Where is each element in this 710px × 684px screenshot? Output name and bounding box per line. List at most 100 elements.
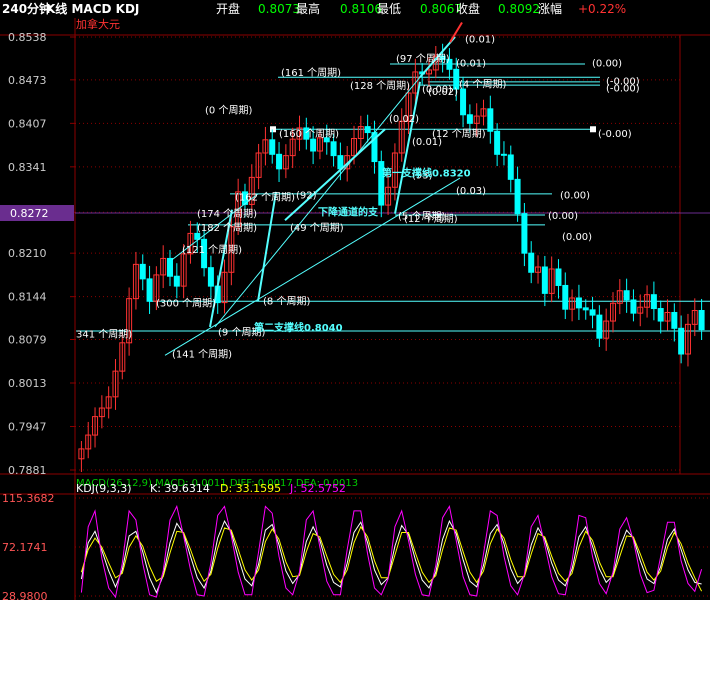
candle-body xyxy=(623,290,630,301)
period-label: (49 个周期) xyxy=(290,222,344,234)
period-label: (0 个周期) xyxy=(205,104,252,116)
candle-body xyxy=(500,153,507,156)
kdj-label: KDJ(9,3,3) xyxy=(76,482,132,495)
price-tick-label: 0.8210 xyxy=(8,247,47,260)
candle-body xyxy=(167,257,174,277)
price-tick-label: 0.8341 xyxy=(8,161,47,174)
value-label: (0.00) xyxy=(562,232,592,243)
candle-body xyxy=(310,138,317,152)
close-label: 收盘 xyxy=(456,1,480,16)
kdj-tick-label: 72.1741 xyxy=(2,541,48,554)
period-label: (97 个周期) xyxy=(396,53,450,65)
kdj-tick-label: 28.9800 xyxy=(2,590,48,603)
candle-body xyxy=(528,252,535,273)
value-label: (0.01) xyxy=(465,34,495,45)
value-label: (0.00) xyxy=(548,211,578,222)
candle-body xyxy=(596,314,603,339)
candle-body xyxy=(207,267,214,287)
period-label: (300 个周期) xyxy=(156,298,216,310)
candle-body xyxy=(582,307,589,311)
price-tick-label: 0.8407 xyxy=(8,117,47,130)
candle-body xyxy=(698,310,705,331)
candle-body xyxy=(460,88,467,116)
candle-body xyxy=(466,114,473,124)
price-tick-label: 0.8473 xyxy=(8,74,47,87)
support-note: 第二支撑线0.8040 xyxy=(254,321,343,334)
candle-body xyxy=(494,130,501,155)
candle-body xyxy=(541,266,548,294)
support-note: 第一支撑线0.8320 xyxy=(382,167,471,180)
open-label: 开盘 xyxy=(216,1,240,16)
kdj-j-value: J: 52.5752 xyxy=(289,482,346,495)
kdj-k-value: K: 39.6314 xyxy=(150,482,210,495)
candle-body xyxy=(337,155,344,170)
price-tick-label: 0.7947 xyxy=(8,421,47,434)
period-label: (92) xyxy=(296,190,317,201)
candle-body xyxy=(507,154,514,180)
line-handle[interactable] xyxy=(270,126,276,133)
instrument-label: 加拿大元 xyxy=(76,17,120,31)
candle-body xyxy=(589,309,596,316)
support-note: 下降通道的支 xyxy=(318,206,379,219)
price-tick-label: 0.8079 xyxy=(8,334,47,347)
current-price-text: 0.8272 xyxy=(10,207,49,220)
period-label: 240分钟 xyxy=(2,1,51,16)
value-label: (0.03) xyxy=(456,186,486,197)
value-label: (0.01) xyxy=(412,137,442,148)
price-tick-label: 0.8013 xyxy=(8,377,47,390)
candle-body xyxy=(276,153,283,170)
period-label: (182 个周期) xyxy=(197,222,257,234)
candle-body xyxy=(139,263,146,280)
period-label: (8 个周期) xyxy=(263,296,310,308)
price-tick-label: 0.7881 xyxy=(8,464,47,477)
period-label: (141 个周期) xyxy=(172,348,232,360)
value-label: (-0.00) xyxy=(598,129,632,140)
value-label: (0.02) xyxy=(389,114,419,125)
open-value: 0.8073 xyxy=(258,2,300,16)
high-label: 最高 xyxy=(296,1,320,16)
candle-body xyxy=(269,139,276,155)
kdj-tick-label: 115.3682 xyxy=(2,492,55,505)
candle-body xyxy=(650,294,657,310)
close-value: 0.8092 xyxy=(498,2,540,16)
candle-body xyxy=(657,308,664,322)
chart-screenshot: 240分钟 K线 MACD KDJ 开盘 0.8073 最高 0.8106 最低… xyxy=(0,0,710,684)
change-value: +0.22% xyxy=(578,2,626,16)
candle-body xyxy=(678,327,685,355)
low-label: 最低 xyxy=(377,2,401,16)
value-label: (-0.00) xyxy=(606,84,640,95)
candle-body xyxy=(487,108,494,132)
period-label: (4 个周期) xyxy=(459,79,506,91)
price-tick-label: 0.8538 xyxy=(8,31,47,44)
stock-chart: 240分钟 K线 MACD KDJ 开盘 0.8073 最高 0.8106 最低… xyxy=(0,0,710,603)
value-label: (0.00) xyxy=(560,190,590,201)
candle-body xyxy=(562,284,569,310)
period-label: (121 个周期) xyxy=(182,244,242,256)
candle-body xyxy=(555,268,562,286)
period-label: (174 个周期) xyxy=(197,208,257,220)
change-label: 涨幅 xyxy=(538,1,562,16)
candle-body xyxy=(521,213,528,254)
period-label: 341 个周期) xyxy=(76,329,132,341)
kdj-d-value: D: 33.1595 xyxy=(220,482,281,495)
value-label: (0.02) xyxy=(428,87,458,98)
period-label: (162 个周期) xyxy=(235,191,295,203)
candle-body xyxy=(671,311,678,329)
candle-body xyxy=(514,178,521,215)
candle-body xyxy=(330,141,337,157)
period-label: (161 个周期) xyxy=(281,67,341,79)
line-handle[interactable] xyxy=(590,126,596,133)
period-label: (160 个周期) xyxy=(279,128,339,140)
high-value: 0.8106 xyxy=(340,2,382,16)
value-label: (0.01) xyxy=(456,59,486,70)
candle-body xyxy=(575,297,582,309)
candle-body xyxy=(630,299,637,314)
value-label: (0.00) xyxy=(592,59,622,70)
period-label: (128 个周期) xyxy=(350,80,410,92)
candle-body xyxy=(364,126,371,134)
candle-body xyxy=(173,275,180,287)
price-tick-label: 0.8144 xyxy=(8,291,47,304)
indicator-label: K线 MACD KDJ xyxy=(46,1,139,16)
period-label: (5 个周期) xyxy=(398,211,445,223)
candle-body xyxy=(146,278,153,302)
